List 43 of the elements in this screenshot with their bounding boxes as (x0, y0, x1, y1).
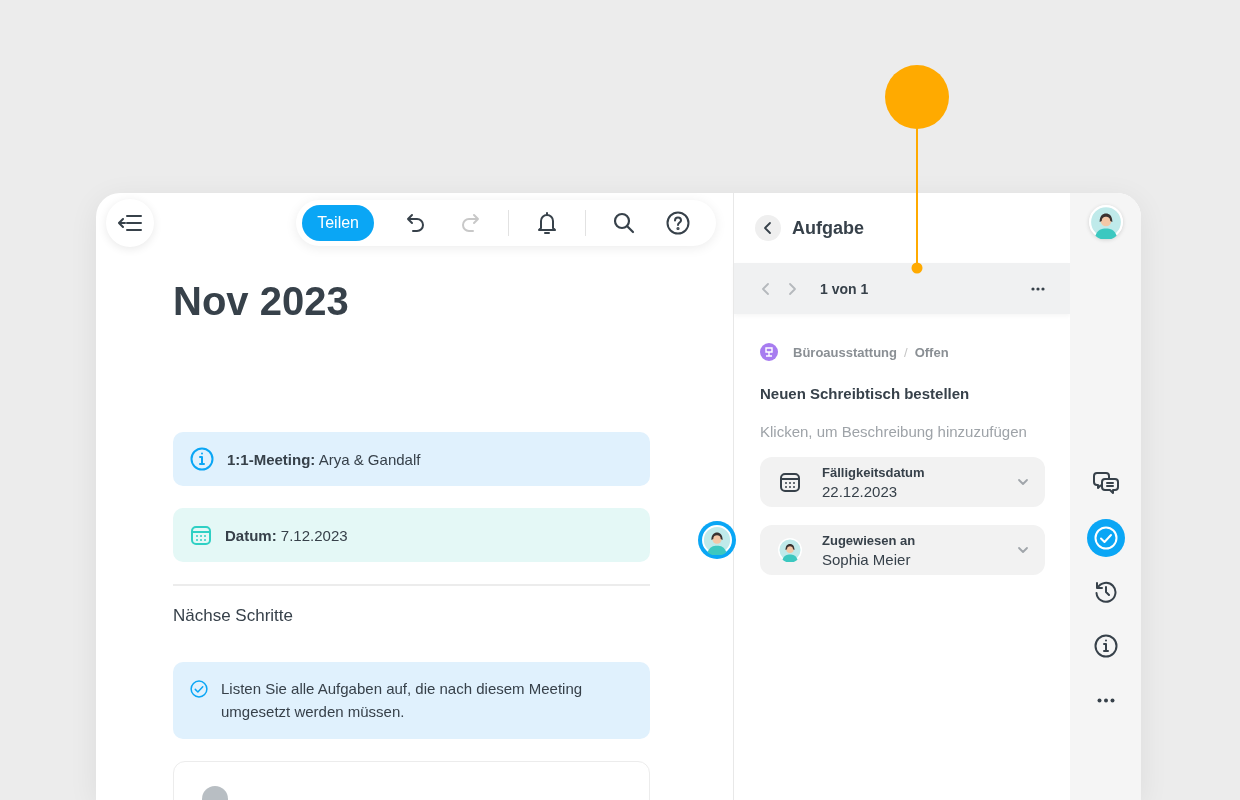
chair-icon (760, 343, 778, 361)
redo-icon (459, 212, 481, 234)
avatar-icon (702, 525, 732, 555)
more-icon (1096, 697, 1115, 703)
comments-icon (1092, 472, 1119, 496)
breadcrumb-link[interactable]: Offen (914, 344, 949, 360)
avatar-icon (778, 538, 802, 562)
document-title: Nov 2023 (173, 278, 350, 325)
description-placeholder[interactable]: Klicken, um Beschreibung hinzuzufügen (760, 423, 1045, 440)
breadcrumb-link[interactable]: Büroausstattung (793, 344, 897, 360)
info-icon (1093, 634, 1118, 658)
callout-text: Listen Sie alle Aufgaben auf, die nach diesem Meeting umgesetzt werden müssen. (221, 679, 584, 722)
calendar-icon (190, 524, 212, 546)
user-avatar[interactable] (1088, 205, 1123, 239)
chevron-right-icon (786, 281, 798, 296)
bell-icon (536, 211, 558, 235)
assignee-dropdown[interactable]: Zugewiesen an Sophia Meier (760, 525, 1045, 575)
calendar-icon (779, 471, 801, 493)
undo-icon (405, 212, 427, 234)
menu-icon (118, 214, 142, 232)
check-circle-icon (190, 677, 208, 701)
help-icon (666, 211, 690, 235)
task-title: Neuen Schreibtisch bestellen (760, 385, 971, 402)
callout-text: 1:1-Meeting: Arya & Gandalf (227, 450, 421, 468)
collaborator-avatar[interactable] (698, 521, 736, 559)
breadcrumb-separator: / (904, 344, 908, 360)
sidebar-toggle-button[interactable] (106, 199, 154, 247)
panel-title: Aufgabe (792, 217, 864, 239)
more-icon (1031, 286, 1045, 291)
pager-count: 1 von 1 (820, 280, 870, 297)
info-icon (190, 447, 214, 471)
chevron-left-icon (760, 281, 772, 296)
callout-text: Datum: 7.12.2023 (225, 526, 348, 544)
chevron-left-icon (762, 221, 774, 235)
back-button[interactable] (755, 215, 781, 241)
search-icon (613, 212, 635, 234)
avatar-icon (1088, 205, 1123, 239)
history-icon (1093, 580, 1118, 604)
check-circle-icon (1093, 526, 1118, 550)
tasks-tab[interactable] (1086, 519, 1125, 557)
section-heading: Nächse Schritte (173, 606, 294, 626)
share-button[interactable]: Teilen (302, 205, 374, 241)
date-dropdown[interactable]: Fälligkeitsdatum 22.12.2023 (760, 457, 1045, 507)
